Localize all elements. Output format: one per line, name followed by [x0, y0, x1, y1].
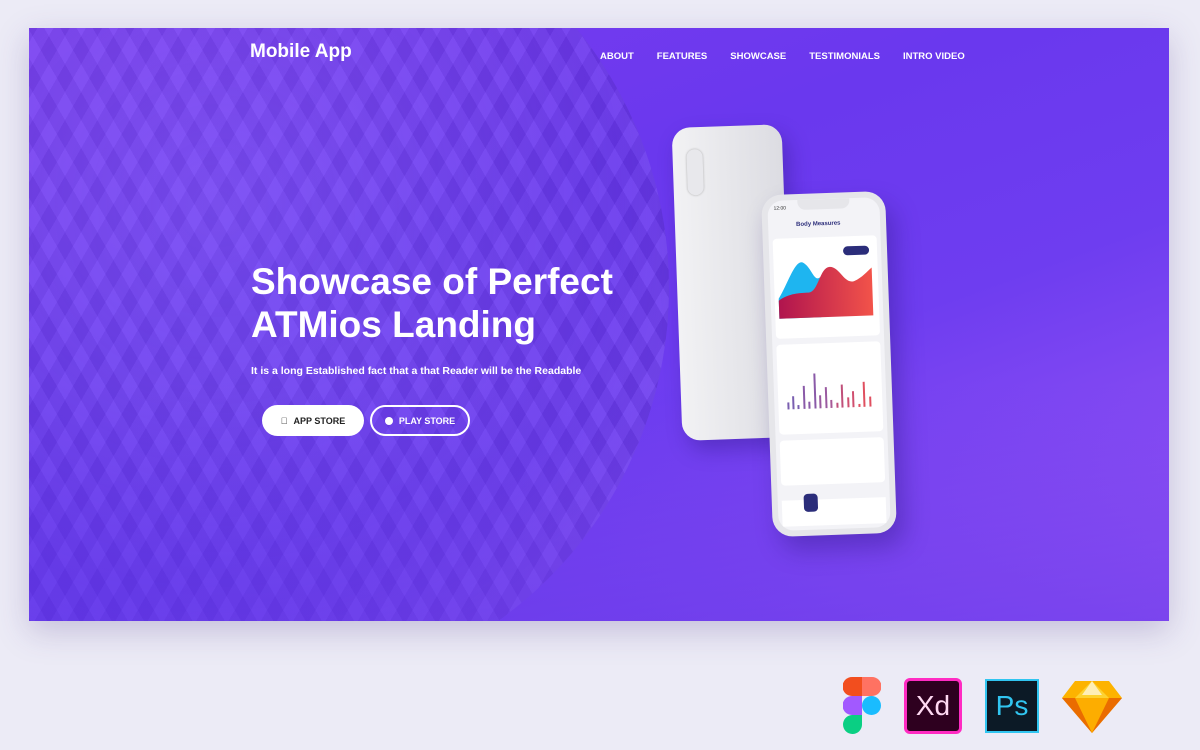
play-store-button[interactable]: PLAY STORE [370, 405, 470, 436]
nav-showcase[interactable]: SHOWCASE [730, 51, 786, 62]
hero-section: Mobile App ABOUT FEATURES SHOWCASE TESTI… [29, 28, 1169, 621]
app-store-button[interactable]:  APP STORE [262, 405, 364, 436]
nav-intro-video[interactable]: INTRO VIDEO [903, 51, 965, 62]
nav-testimonials[interactable]: TESTIMONIALS [809, 51, 880, 62]
hero-title: Showcase of Perfect ATMios Landing [251, 261, 613, 345]
bar-chart-card [776, 341, 884, 435]
figma-icon [843, 677, 881, 734]
phone-tab-bar [781, 493, 887, 527]
sketch-icon [1062, 681, 1122, 733]
play-store-label: PLAY STORE [398, 415, 456, 426]
logo[interactable]: Mobile App [250, 41, 352, 63]
nav-about[interactable]: ABOUT [600, 51, 634, 62]
xd-icon: Xd [904, 678, 962, 734]
activity-chart-card [772, 235, 881, 339]
camera-icon [686, 148, 704, 196]
phone-screen-title: Body Measures [796, 220, 841, 229]
nav-features[interactable]: FEATURES [657, 51, 708, 62]
main-nav: ABOUT FEATURES SHOWCASE TESTIMONIALS INT… [600, 51, 965, 62]
hero-subtitle: It is a long Established fact that a tha… [251, 365, 582, 377]
android-icon [384, 416, 393, 425]
phone-front-mockup: 12:00 Body Measures [761, 190, 897, 538]
tool-icons: Xd Ps [843, 677, 1122, 735]
apple-icon:  [281, 416, 288, 426]
app-store-label: APP STORE [290, 415, 346, 426]
ps-icon: Ps [985, 679, 1039, 733]
phone-time: 12:00 [773, 205, 787, 212]
